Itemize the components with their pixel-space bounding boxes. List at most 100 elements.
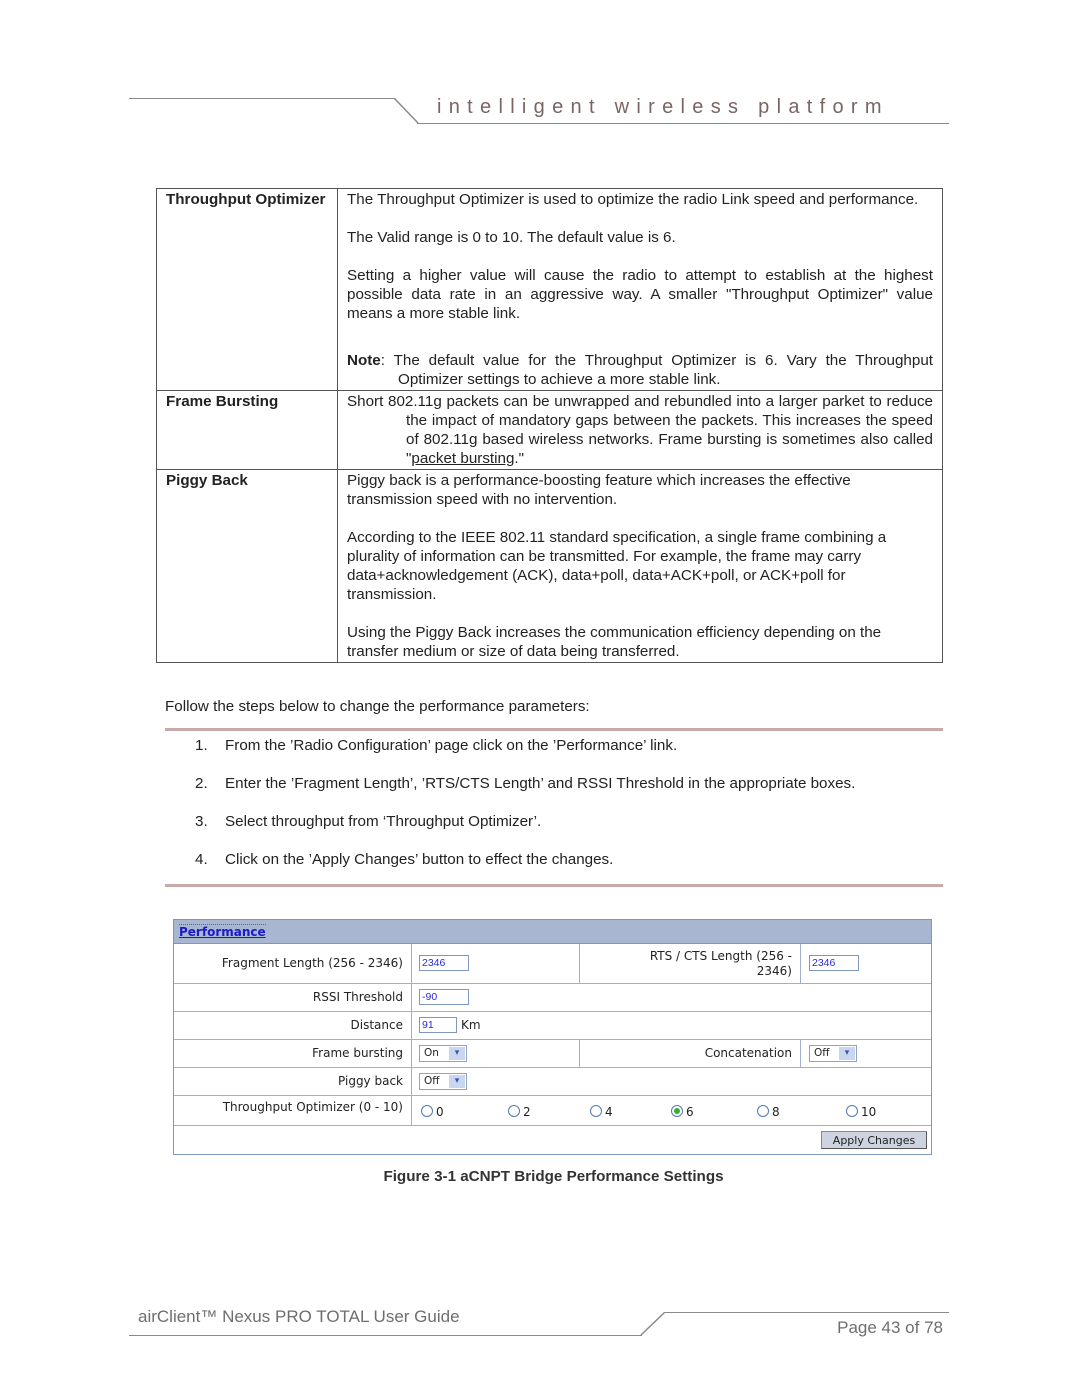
divider (411, 1068, 412, 1095)
text: ." (514, 450, 525, 467)
rssi-threshold-label: RSSI Threshold (312, 990, 403, 1004)
table-row: Piggy Back Piggy back is a performance-b… (156, 469, 943, 663)
radio-label: 2 (523, 1105, 531, 1119)
header-rule-diagonal (393, 98, 419, 124)
step-text: Enter the ’Fragment Length’, ’RTS/CTS Le… (225, 775, 856, 792)
throughput-optimizer-label: Throughput Optimizer (0 - 10) (222, 1100, 403, 1114)
radio-icon[interactable] (590, 1105, 602, 1117)
steps-rule-bottom (165, 884, 943, 887)
header-rule-left (129, 98, 394, 99)
footer-rule-left (129, 1335, 642, 1336)
rts-cts-length-input[interactable] (809, 955, 859, 971)
concatenation-label: Concatenation (704, 1046, 792, 1060)
radio-selected-icon[interactable] (671, 1105, 683, 1117)
chevron-down-icon: ▾ (449, 1047, 465, 1060)
rts-cts-length-label: RTS / CTS Length (256 -2346) (579, 944, 800, 983)
rts-label-line1: RTS / CTS Length (256 - (649, 949, 792, 963)
performance-panel: Performance Fragment Length (256 - 2346)… (173, 919, 932, 1155)
footer-rule-diagonal (640, 1312, 666, 1336)
step-item: 1. From the ’Radio Configuration’ page cl… (195, 736, 855, 774)
rssi-threshold-input[interactable] (419, 989, 469, 1005)
concatenation-select[interactable]: Off ▾ (809, 1045, 857, 1062)
term-throughput-optimizer: Throughput Optimizer (156, 188, 338, 391)
throughput-radio-8[interactable]: 8 (757, 1105, 780, 1119)
page-number: Page 43 of 78 (837, 1318, 943, 1337)
radio-label: 8 (772, 1105, 780, 1119)
step-item: 4. Click on the ’Apply Changes’ button to… (195, 850, 855, 888)
radio-icon[interactable] (508, 1105, 520, 1117)
term-frame-bursting: Frame Bursting (156, 390, 338, 470)
step-text: Select throughput from ‘Throughput Optim… (225, 813, 542, 830)
definitions-table: Throughput Optimizer The Throughput Opti… (156, 188, 943, 663)
row-apply: Apply Changes (174, 1126, 931, 1154)
piggy-back-select[interactable]: Off ▾ (419, 1073, 467, 1090)
divider (411, 1096, 412, 1125)
row-rssi: RSSI Threshold (174, 984, 931, 1012)
figure-caption: Figure 3-1 aCNPT Bridge Performance Sett… (383, 1168, 724, 1185)
piggy-back-label: Piggy back (338, 1074, 403, 1088)
radio-icon[interactable] (846, 1105, 858, 1117)
paragraph: The Valid range is 0 to 10. The default … (347, 229, 676, 246)
distance-input[interactable] (419, 1017, 457, 1033)
row-distance: Distance Km (174, 1012, 931, 1040)
header-title: intelligent wireless platform (437, 96, 889, 118)
fragment-length-input[interactable] (419, 955, 469, 971)
row-fragment-rts: Fragment Length (256 - 2346) RTS / CTS L… (174, 944, 931, 984)
throughput-radio-2[interactable]: 2 (508, 1105, 531, 1119)
frame-bursting-select[interactable]: On ▾ (419, 1045, 467, 1062)
chevron-down-icon: ▾ (449, 1075, 465, 1088)
radio-icon[interactable] (421, 1105, 433, 1117)
step-number: 3. (195, 813, 208, 830)
step-number: 2. (195, 775, 208, 792)
paragraph: Setting a higher value will cause the ra… (347, 267, 933, 322)
selected-value: Off (424, 1075, 440, 1087)
table-row: Frame Bursting Short 802.11g packets can… (156, 390, 943, 470)
note-text: : The default value for the Throughput O… (380, 352, 933, 388)
fragment-length-label: Fragment Length (256 - 2346) (221, 956, 403, 970)
paragraph: The Throughput Optimizer is used to opti… (347, 191, 919, 208)
chevron-down-icon: ▾ (839, 1047, 855, 1060)
divider (800, 1040, 801, 1067)
radio-icon[interactable] (757, 1105, 769, 1117)
divider (411, 1012, 412, 1039)
throughput-radio-10[interactable]: 10 (846, 1105, 876, 1119)
step-number: 1. (195, 737, 208, 754)
step-item: 2. Enter the ’Fragment Length’, ’RTS/CTS … (195, 774, 855, 812)
desc-piggy-back: Piggy back is a performance-boosting fea… (337, 469, 943, 663)
paragraph: Using the Piggy Back increases the commu… (347, 624, 882, 660)
footer-guide-title: airClient™ Nexus PRO TOTAL User Guide (138, 1307, 460, 1326)
throughput-radio-4[interactable]: 4 (590, 1105, 613, 1119)
radio-label: 4 (605, 1105, 613, 1119)
header-rule-right (417, 123, 949, 124)
distance-label: Distance (350, 1018, 403, 1032)
performance-link[interactable]: Performance (179, 924, 266, 939)
selected-value: Off (814, 1047, 830, 1059)
packet-bursting-link[interactable]: packet bursting (411, 450, 514, 467)
divider (411, 1040, 412, 1067)
radio-label: 6 (686, 1105, 694, 1119)
apply-changes-button[interactable]: Apply Changes (821, 1131, 927, 1149)
term-piggy-back: Piggy Back (156, 469, 338, 663)
steps-intro: Follow the steps below to change the per… (165, 698, 590, 715)
row-frame-bursting: Frame bursting On ▾ Concatenation Off ▾ (174, 1040, 931, 1068)
radio-label: 0 (436, 1105, 444, 1119)
steps-rule-top (165, 728, 943, 731)
divider (800, 944, 801, 983)
step-text: Click on the ’Apply Changes’ button to e… (225, 851, 614, 868)
throughput-radio-0[interactable]: 0 (421, 1105, 444, 1119)
frame-bursting-label: Frame bursting (312, 1046, 403, 1060)
paragraph: Piggy back is a performance-boosting fea… (347, 472, 851, 508)
table-row: Throughput Optimizer The Throughput Opti… (156, 188, 943, 391)
note-label: Note (347, 352, 381, 369)
desc-throughput-optimizer: The Throughput Optimizer is used to opti… (337, 188, 943, 391)
panel-header: Performance (174, 920, 931, 944)
rts-label-line2: 2346) (756, 964, 792, 978)
steps-list: 1. From the ’Radio Configuration’ page cl… (195, 736, 855, 888)
paragraph: According to the IEEE 802.11 standard sp… (347, 529, 887, 603)
radio-label: 10 (861, 1105, 877, 1119)
distance-unit: Km (461, 1018, 481, 1032)
throughput-radio-6[interactable]: 6 (671, 1105, 694, 1119)
row-throughput-optimizer: Throughput Optimizer (0 - 10) 0 2 4 6 8 … (174, 1096, 931, 1126)
footer-rule-right (665, 1312, 949, 1313)
note: Note: The default value for the Throughp… (347, 351, 933, 389)
